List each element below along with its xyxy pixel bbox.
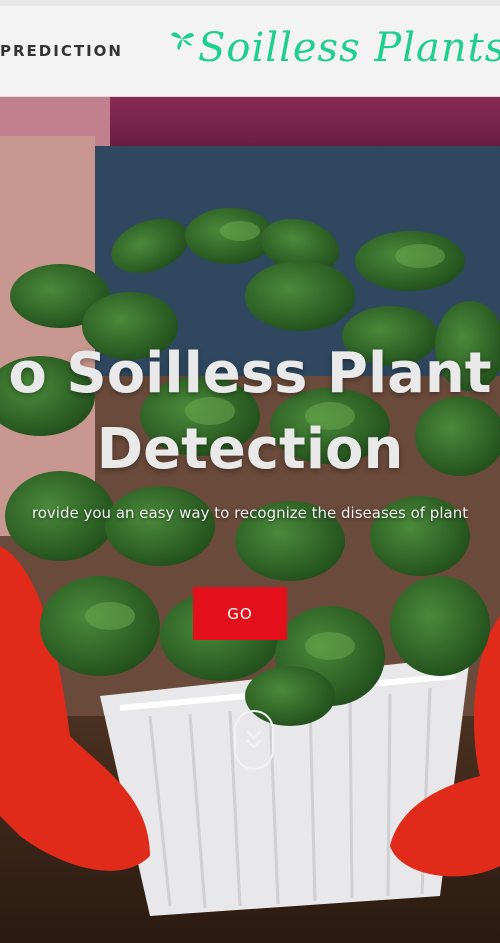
- brand-name: Soilless Plants: [198, 25, 500, 71]
- go-button[interactable]: GO: [193, 587, 287, 640]
- hero-section: o Soilless Plant Detection rovide you an…: [0, 96, 500, 943]
- hero-title-line1: o Soilless Plant: [8, 341, 492, 406]
- nav-link-prediction[interactable]: PREDICTION: [0, 42, 123, 60]
- leaf-icon: [171, 32, 194, 50]
- chevron-double-down-icon: [246, 730, 262, 749]
- brand-logo[interactable]: Soilless Plants: [168, 18, 500, 78]
- hero-title-line2: Detection: [96, 417, 404, 482]
- hero-subtitle: rovide you an easy way to recognize the …: [31, 504, 469, 522]
- header-top-divider: [0, 0, 500, 6]
- site-header: PREDICTION Soilless Plants: [0, 0, 500, 97]
- scroll-down-button[interactable]: [234, 710, 274, 770]
